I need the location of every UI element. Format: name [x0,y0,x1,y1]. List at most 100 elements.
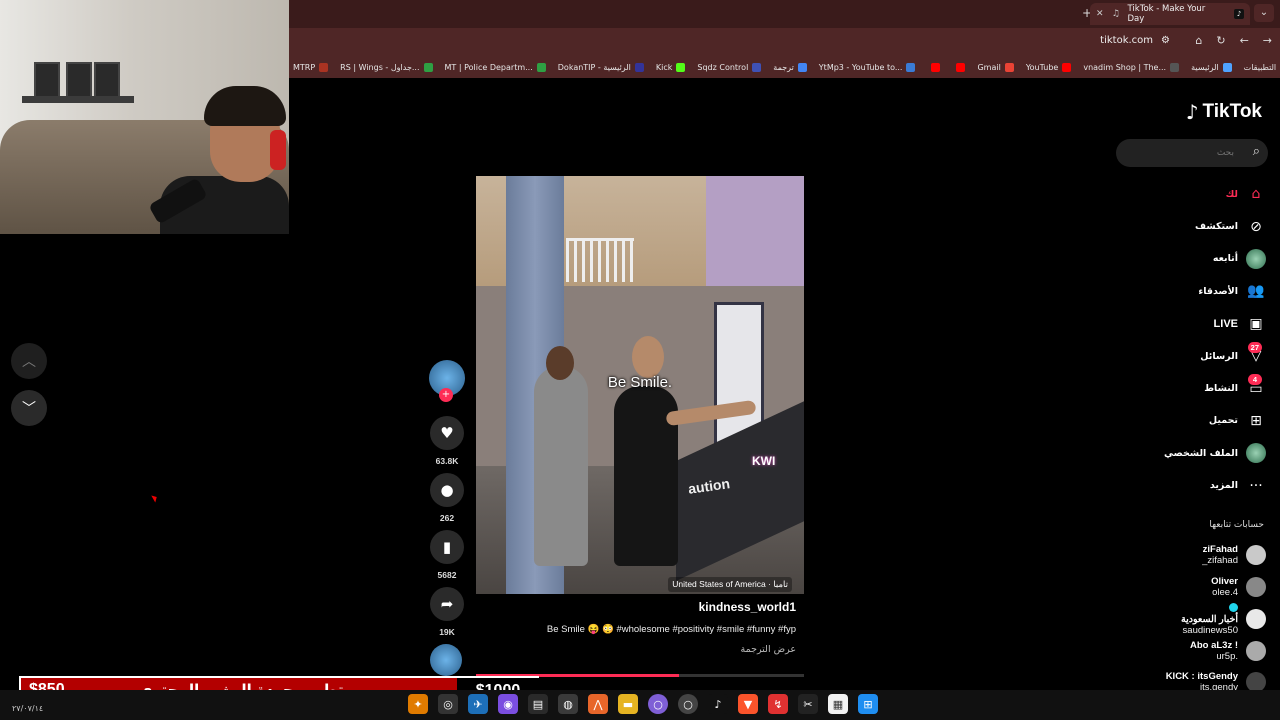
store-icon[interactable]: ▦ [828,694,848,714]
see-translation-link[interactable]: عرض الترجمة [476,644,804,655]
app-icon[interactable]: ○ [648,694,668,714]
sidebar-item-live[interactable]: LIVE ▣ [1126,308,1266,340]
bookmark-item[interactable]: الرئيسية [1191,62,1232,72]
bookmark-item[interactable]: ترجمة [773,62,807,72]
comment-icon[interactable]: ● [430,473,464,507]
sidebar-item-following-avatar[interactable]: أتابعه [1126,243,1266,275]
bookmark-item[interactable] [927,62,941,72]
account-name: Oliver [1211,576,1238,587]
app-icon[interactable]: ↯ [768,694,788,714]
bookmark-item[interactable] [952,62,966,72]
previous-video-button[interactable]: ︿ [11,343,47,379]
browser-tab[interactable]: ✕ ♫ TikTok - Make Your Day ♪ [1090,3,1250,25]
bookmark-favicon-icon [536,62,546,72]
sidebar-item-more[interactable]: المزيد ··· [1126,470,1266,502]
notification-badge: 27 [1247,341,1262,353]
tab-search-menu[interactable]: ⌄ [1254,4,1274,22]
tiktok-logo[interactable]: ♪ TikTok [1186,100,1262,124]
app-icon[interactable]: ✈ [468,694,488,714]
video-actions: + [426,358,468,402]
bookmark-item[interactable]: MT | Police Departm... [444,62,546,72]
share-count: 19K [439,627,455,637]
search-box[interactable]: ⌕ [1116,139,1268,167]
search-icon[interactable]: ⌕ [1253,144,1260,159]
like-action[interactable]: ♥ 63.8K [426,416,468,466]
video-location[interactable]: United States of America · تامبا [668,577,792,592]
address-bar: tiktok.com ⚙ ⌂ ↻ ← → [289,28,1280,56]
bookmark-item[interactable]: التطبيقات [1244,63,1280,72]
bookmark-icon[interactable]: ▮ [430,530,464,564]
bookmark-item[interactable]: YouTube [1026,62,1072,72]
sidebar-item-compass[interactable]: استكشف ⊘ [1126,210,1266,242]
save-action[interactable]: ▮ 5682 [426,530,468,580]
browser-tab-bar: + ✕ ♫ TikTok - Make Your Day ♪ ⌄ [289,0,1280,28]
site-settings-icon[interactable]: ⚙ [1161,35,1170,46]
tiktok-app-icon[interactable]: ♪ [708,694,728,714]
app-icon[interactable]: ⋀ [588,694,608,714]
following-account[interactable]: ziFahad _zifahad [1106,540,1266,570]
capcut-icon[interactable]: ✂ [798,694,818,714]
video-author[interactable]: kindness_world1 [476,600,804,614]
bookmark-item[interactable]: DokanTIP - الرئيسية [558,62,644,72]
sidebar-item-label: استكشف [1195,221,1238,233]
close-tab-icon[interactable]: ✕ [1096,9,1106,19]
back-arrow-icon[interactable]: ← [1240,34,1249,47]
share-icon[interactable]: ➦ [430,587,464,621]
screen: + ✕ ♫ TikTok - Make Your Day ♪ ⌄ tiktok.… [0,0,1280,720]
heart-icon[interactable]: ♥ [430,416,464,450]
following-account[interactable]: أخبار السعودية saudinews50 [1106,603,1266,636]
video-player[interactable]: aution Be Smile. KWI United States of Am… [476,176,804,594]
bookmark-item[interactable]: Kick [656,62,686,72]
url-field[interactable]: tiktok.com ⚙ [1100,35,1170,46]
app-icon[interactable]: ✦ [408,694,428,714]
bookmark-favicon-icon [1170,62,1180,72]
app-icon[interactable]: ◎ [438,694,458,714]
reload-icon[interactable]: ↻ [1216,34,1225,47]
windows-start-icon[interactable]: ⊞ [858,694,878,714]
bookmark-item[interactable]: RS | Wings - جداول... [340,62,433,72]
home-button-icon[interactable]: ⌂ [1195,34,1202,47]
bookmark-item[interactable]: Sqdz Control [697,62,762,72]
tiktok-note-icon: ♪ [1185,100,1199,124]
sound-disc-avatar[interactable] [430,644,462,676]
forward-arrow-icon[interactable]: → [1263,34,1272,47]
brave-icon[interactable]: ▼ [738,694,758,714]
app-icon[interactable]: ▤ [528,694,548,714]
folder-icon[interactable]: ▬ [618,694,638,714]
follow-plus-icon[interactable]: + [439,388,453,402]
sidebar-item-friends[interactable]: الأصدقاء 👥 [1126,275,1266,307]
account-handle: _zifahad [1202,555,1238,566]
tab-title: TikTok - Make Your Day [1127,4,1206,24]
sidebar-item-activity[interactable]: النشاط ▭ 4 [1126,372,1266,404]
following-accounts-title: حسابات تتابعها [1209,520,1264,530]
sidebar-item-upload[interactable]: تحميل ⊞ [1126,405,1266,437]
sidebar-item-home[interactable]: لك ⌂ [1126,178,1266,210]
comment-action[interactable]: ● 262 [426,473,468,523]
notification-badge: 4 [1248,374,1262,386]
app-icon[interactable]: ○ [678,694,698,714]
avatar [1246,641,1266,661]
bookmark-label: MT | Police Departm... [444,62,533,72]
taskbar-date: ٢٧/٠٧/١٤ [12,704,44,713]
mouse-cursor [151,493,159,503]
bookmark-favicon-icon [1062,62,1072,72]
account-handle: ur5p. [1216,651,1238,662]
bookmark-item[interactable]: YtMp3 - YouTube to... [819,62,916,72]
bookmark-item[interactable]: vnadim Shop | The... [1083,62,1180,72]
sidebar-item-label: الرسائل [1200,350,1238,362]
next-video-button[interactable]: ﹀ [11,390,47,426]
following-account[interactable]: Abo aL3z ! ur5p. [1106,636,1266,666]
logo-text: TikTok [1202,101,1262,122]
share-action[interactable]: ➦ 19K [426,587,468,637]
bookmark-favicon-icon [906,62,916,72]
bookmark-favicon-icon [423,62,433,72]
search-input[interactable] [1134,145,1234,161]
bookmark-item[interactable]: Gmail [977,62,1014,72]
app-icon[interactable]: ◉ [498,694,518,714]
following-avatar-icon [1246,248,1266,269]
sidebar-item-messages[interactable]: الرسائل ▽ 27 [1126,340,1266,372]
sidebar-item-profile-avatar[interactable]: الملف الشخصي [1126,437,1266,469]
bookmark-item[interactable]: MTRP [293,62,329,72]
following-account[interactable]: Oliver olee.4 [1106,572,1266,602]
chrome-icon[interactable]: ◍ [558,694,578,714]
